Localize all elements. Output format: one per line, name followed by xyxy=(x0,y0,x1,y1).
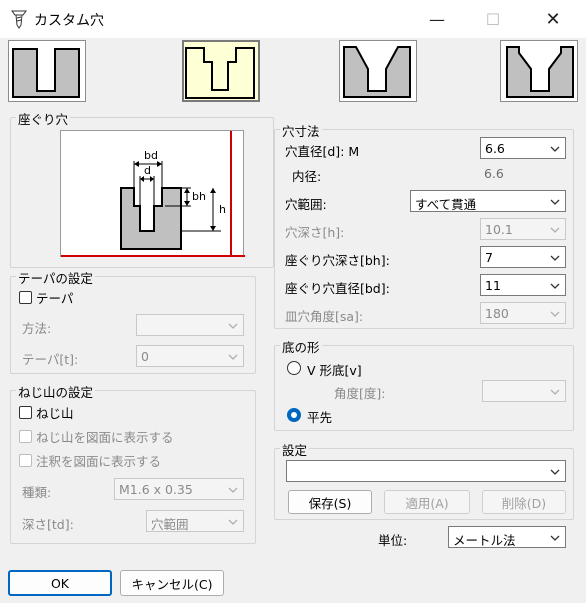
v-bottom-label: V 形底[v] xyxy=(307,363,362,378)
unit-label: 単位: xyxy=(378,533,408,548)
counterbore-depth-select[interactable]: 7 xyxy=(480,246,566,268)
show-thread-checkbox-label: ねじ山を図面に表示する xyxy=(36,430,174,445)
thread-type-value: M1.6 x 0.35 xyxy=(119,482,193,497)
thread-depth-value: 穴範囲 xyxy=(151,517,189,532)
counterbore-hole-icon xyxy=(185,47,255,99)
thread-type-select[interactable]: M1.6 x 0.35 xyxy=(114,478,244,500)
flat-bottom-label: 平先 xyxy=(307,410,333,425)
chevron-down-icon xyxy=(550,469,560,475)
thread-group-title: ねじ山の設定 xyxy=(16,382,96,401)
inner-diameter-label: 内径: xyxy=(292,169,322,184)
hole-range-select[interactable]: すべて貫通 xyxy=(410,190,566,212)
chevron-down-icon xyxy=(228,519,238,525)
chevron-down-icon xyxy=(550,255,560,261)
counterbore-countersink-hole-icon xyxy=(506,46,574,98)
chevron-down-icon xyxy=(550,389,560,395)
counterbore-diagram: bd d bh h xyxy=(61,131,245,257)
hole-dimensions-group-title: 穴寸法 xyxy=(280,121,322,140)
save-button[interactable]: 保存(S) xyxy=(288,490,372,514)
diagram-label-d: d xyxy=(144,164,151,177)
v-bottom-radio[interactable] xyxy=(287,361,301,375)
settings-preset-select[interactable] xyxy=(286,460,566,482)
chevron-down-icon xyxy=(228,487,238,493)
diagram-label-h: h xyxy=(219,203,226,216)
ok-button[interactable]: OK xyxy=(8,570,112,596)
counterbore-diameter-select[interactable]: 11 xyxy=(480,274,566,296)
settings-group-title: 設定 xyxy=(280,440,310,459)
chevron-down-icon xyxy=(550,535,560,541)
taper-checkbox-label: テーパ xyxy=(36,291,74,306)
inner-diameter-value: 6.6 xyxy=(484,166,504,181)
taper-method-label: 方法: xyxy=(22,321,52,336)
taper-checkbox[interactable] xyxy=(19,291,32,304)
cancel-button[interactable]: キャンセル(C) xyxy=(120,570,224,596)
flat-bottom-radio[interactable] xyxy=(287,408,301,422)
simple-hole-icon xyxy=(12,48,80,98)
maximize-button[interactable]: ☐ xyxy=(470,0,516,38)
counterbore-depth-label: 座ぐり穴深さ[bh]: xyxy=(285,253,390,268)
chevron-down-icon xyxy=(550,199,560,205)
thread-checkbox-label: ねじ山 xyxy=(36,406,74,421)
unit-select[interactable]: メートル法 xyxy=(448,526,566,548)
v-angle-label: 角度[度]: xyxy=(334,386,386,401)
v-angle-select[interactable] xyxy=(482,380,566,402)
diameter-label: 穴直径[d]: M xyxy=(285,144,360,159)
counterbore-diameter-label: 座ぐり穴直径[bd]: xyxy=(285,281,390,296)
counterbore-group-title: 座ぐり穴 xyxy=(16,109,71,128)
hole-type-counterbore-countersink-tile[interactable] xyxy=(500,40,578,102)
taper-t-select[interactable]: 0 xyxy=(136,345,244,367)
chevron-down-icon xyxy=(228,323,238,329)
hole-depth-label: 穴深さ[h]: xyxy=(285,225,345,240)
hole-depth-value: 10.1 xyxy=(485,222,513,237)
diameter-value: 6.6 xyxy=(485,141,505,156)
hole-type-countersink-tile[interactable] xyxy=(339,40,417,102)
diagram-label-bh: bh xyxy=(192,190,206,203)
window-title: カスタム穴 xyxy=(34,13,104,29)
countersink-angle-label: 皿穴角度[sa]: xyxy=(285,309,364,324)
minimize-button[interactable]: — xyxy=(414,0,460,38)
hole-type-counterbore-tile[interactable] xyxy=(182,40,260,102)
delete-button[interactable]: 削除(D) xyxy=(482,490,566,514)
unit-value: メートル法 xyxy=(453,533,516,548)
taper-t-value: 0 xyxy=(141,349,149,364)
countersink-hole-icon xyxy=(343,46,411,98)
apply-button[interactable]: 適用(A) xyxy=(384,490,470,514)
chevron-down-icon xyxy=(228,354,238,360)
chevron-down-icon xyxy=(550,146,560,152)
hole-range-value: すべて貫通 xyxy=(415,197,477,212)
thread-checkbox[interactable] xyxy=(19,406,32,419)
counterbore-depth-value: 7 xyxy=(485,250,493,265)
bottom-shape-group-title: 底の形 xyxy=(280,337,322,356)
hole-preview: bd d bh h xyxy=(60,130,245,257)
chevron-down-icon xyxy=(550,283,560,289)
chevron-down-icon xyxy=(550,311,560,317)
taper-method-select[interactable] xyxy=(136,314,244,336)
chevron-down-icon xyxy=(550,227,560,233)
thread-type-label: 種類: xyxy=(22,485,52,500)
maximize-icon: ☐ xyxy=(485,9,501,29)
diagram-label-bd: bd xyxy=(144,149,158,162)
show-thread-checkbox[interactable] xyxy=(19,430,32,443)
show-note-checkbox-label: 注釈を図面に表示する xyxy=(36,454,162,469)
counterbore-diameter-value: 11 xyxy=(485,278,501,293)
hole-type-simple-tile[interactable] xyxy=(8,40,86,102)
thread-depth-label: 深さ[td]: xyxy=(22,517,74,532)
countersink-angle-select[interactable]: 180 xyxy=(480,302,566,324)
close-icon: ✕ xyxy=(545,8,561,30)
drill-hole-icon xyxy=(11,10,27,29)
taper-t-label: テーパ[t]: xyxy=(22,352,79,367)
inner-diameter-readout: 6.6 xyxy=(480,163,566,185)
diameter-select[interactable]: 6.6 xyxy=(480,137,566,159)
taper-group-title: テーパの設定 xyxy=(16,268,95,287)
thread-depth-select[interactable]: 穴範囲 xyxy=(146,510,244,532)
show-note-checkbox[interactable] xyxy=(19,454,32,467)
hole-range-label: 穴範囲: xyxy=(285,197,327,212)
minimize-icon: — xyxy=(429,9,445,29)
countersink-angle-value: 180 xyxy=(485,306,509,321)
close-button[interactable]: ✕ xyxy=(530,0,576,38)
hole-depth-select[interactable]: 10.1 xyxy=(480,218,566,240)
